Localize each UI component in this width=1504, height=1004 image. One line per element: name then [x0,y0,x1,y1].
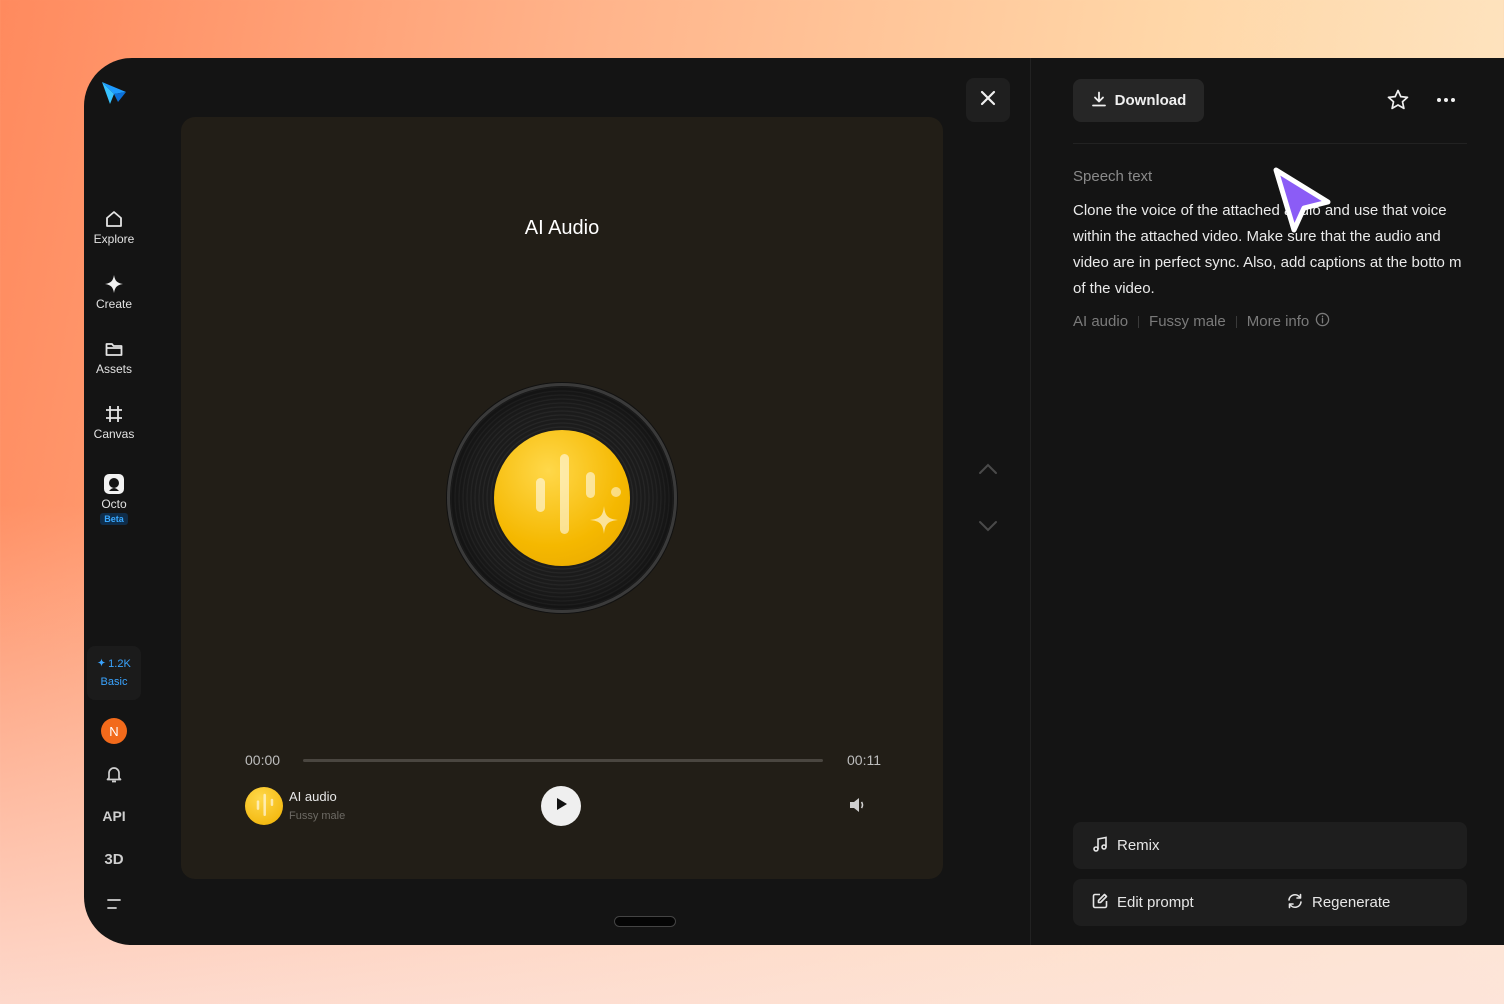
frame-icon [103,403,125,425]
tag-voice: Fussy male [1149,313,1226,330]
music-note-icon [1091,835,1109,857]
tag-separator [1138,315,1140,328]
track-thumbnail [245,787,283,825]
logo-icon[interactable] [100,78,128,106]
sidebar-item-label: Assets [95,362,132,376]
edit-prompt-label: Edit prompt [1117,894,1194,911]
remix-label: Remix [1117,837,1160,854]
volume-icon[interactable] [847,795,867,820]
header-divider [1073,143,1467,144]
download-button[interactable]: Download [1073,79,1204,122]
regenerate-button[interactable]: Regenerate [1286,892,1390,914]
credits-widget[interactable]: 1.2K Basic [87,646,141,700]
info-icon [1315,312,1330,331]
sidebar-item-explore[interactable]: Explore [84,208,144,246]
download-icon [1091,91,1107,111]
edit-prompt-button[interactable]: Edit prompt [1091,892,1286,914]
avatar[interactable]: N [101,718,127,744]
sidebar-item-canvas[interactable]: Canvas [84,403,144,441]
speech-text-label: Speech text [1073,168,1153,185]
prompt-actions: Edit prompt Regenerate [1073,879,1467,926]
bell-icon[interactable] [84,764,144,784]
sidebar: Explore Create Assets Canvas Octo Beta 1… [84,58,144,945]
api-label: API [102,808,126,824]
beta-badge: Beta [100,513,128,525]
star-icon[interactable] [1386,88,1410,117]
chevron-up-icon[interactable] [977,458,999,480]
audio-player-card: AI Audio 00:00 00:11 AI audio Fussy male [181,117,943,879]
remix-button[interactable]: Remix [1073,822,1467,869]
current-time: 00:00 [245,752,281,768]
sidebar-item-label: Create [95,297,133,311]
3d-button[interactable]: 3D [84,851,144,868]
sidebar-item-octo[interactable]: Octo Beta [84,473,144,525]
close-icon [979,89,997,112]
track-subtitle: Fussy male [289,810,346,822]
audio-disc-icon [494,430,630,566]
sidebar-item-label: Explore [93,232,135,246]
sidebar-item-label: Canvas [93,427,135,441]
octo-icon [103,473,125,495]
duration: 00:11 [847,752,881,768]
more-info-link[interactable]: More info [1247,312,1331,331]
tag-separator [1235,315,1237,328]
sidebar-item-create[interactable]: Create [84,273,144,311]
panel-divider [1030,58,1031,945]
pointer-cursor-icon [1270,166,1334,243]
plan-name: Basic [100,676,128,688]
menu-icon[interactable] [84,895,144,913]
refresh-icon [1286,892,1304,914]
play-button[interactable] [541,786,581,826]
chevron-down-icon[interactable] [977,515,999,537]
api-button[interactable]: API [84,808,144,824]
track-title: AI audio [289,789,337,804]
sparkle-icon [97,658,106,670]
tag-ai-audio: AI audio [1073,313,1129,330]
tag-list: AI audio Fussy male More info [1073,312,1330,331]
credits-amount: 1.2K [108,658,131,670]
app-window: Explore Create Assets Canvas Octo Beta 1… [84,58,1504,945]
progress-bar[interactable] [303,759,823,762]
vinyl-record [447,383,677,613]
sparkle-icon [103,273,125,295]
sidebar-item-assets[interactable]: Assets [84,338,144,376]
more-options-icon[interactable] [1434,88,1458,117]
download-label: Download [1114,92,1187,109]
drag-handle[interactable] [614,916,676,927]
3d-label: 3D [104,851,124,868]
close-button[interactable] [966,78,1010,122]
play-icon [553,796,569,817]
edit-icon [1091,892,1109,914]
sidebar-item-label: Octo [101,497,127,511]
more-info-label: More info [1246,313,1310,330]
regenerate-label: Regenerate [1312,894,1391,911]
home-icon [103,208,125,230]
folder-icon [103,338,125,360]
player-title: AI Audio [524,217,600,239]
